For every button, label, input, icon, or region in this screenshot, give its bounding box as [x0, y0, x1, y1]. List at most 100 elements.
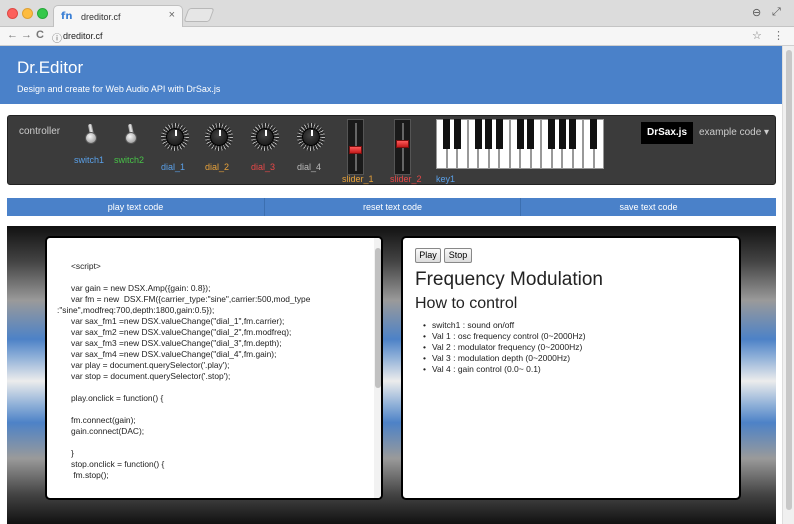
slider1-label: slider_1 [342, 174, 374, 184]
piano-black-key[interactable] [453, 119, 461, 149]
code-line: play.onclick = function() { [71, 393, 164, 403]
code-line: var gain = new DSX.Amp({gain: 0.8}); [71, 283, 211, 293]
controller-label: controller [19, 126, 61, 137]
browser-menu-icon[interactable]: ⋮ [773, 29, 784, 42]
slider2-thumb[interactable] [396, 139, 409, 148]
code-toolbar: play text code reset text code save text… [7, 198, 776, 216]
code-line: var sax_fm3 =new DSX.valueChange("dial_3… [71, 338, 282, 348]
dial2-knob[interactable] [205, 123, 233, 151]
dial-knob-cap [256, 128, 274, 146]
window-maximize-button[interactable] [37, 8, 48, 19]
new-tab-button[interactable] [183, 8, 215, 22]
code-line: var play = document.querySelector('.play… [71, 360, 230, 370]
switch1-toggle[interactable] [83, 123, 99, 144]
dial-indicator [175, 130, 177, 136]
list-item: switch1 : sound on/off [423, 320, 586, 331]
code-line: <script> [71, 261, 101, 271]
switch2-label: switch2 [114, 155, 145, 165]
code-line: fm.connect(gain); [71, 415, 136, 425]
piano-black-key[interactable] [569, 119, 576, 149]
piano-black-key[interactable] [590, 119, 597, 149]
dial-knob-cap [302, 128, 320, 146]
info-icon[interactable]: ⓘ [52, 30, 62, 45]
back-icon[interactable]: ← [7, 29, 18, 41]
slider2-control[interactable] [394, 119, 411, 175]
drsax-button[interactable]: DrSax.js [641, 122, 693, 144]
piano-black-key[interactable] [495, 119, 503, 149]
piano-black-key[interactable] [485, 119, 492, 149]
workspace: <script> var gain = new DSX.Amp({gain: 0… [7, 226, 776, 524]
list-item: Val 4 : gain control (0.0~ 0.1) [423, 364, 586, 375]
code-line: var sax_fm4 =new DSX.valueChange("dial_4… [71, 349, 277, 359]
piano-keyboard[interactable] [436, 119, 606, 169]
code-line: fm.stop(); [71, 470, 109, 480]
url-input[interactable]: dreditor.cf [63, 31, 103, 41]
piano-black-key[interactable] [527, 119, 534, 149]
profile-icon[interactable]: ⊖ [752, 6, 761, 19]
play-button[interactable]: Play [415, 248, 441, 263]
code-line: var stop = document.querySelector('.stop… [71, 371, 231, 381]
dial-indicator [311, 130, 313, 136]
slider2-label: slider_2 [390, 174, 422, 184]
save-text-code-button[interactable]: save text code [520, 198, 776, 216]
code-line: stop.onclick = function() { [71, 459, 165, 469]
code-line: var sax_fm1 =new DSX.valueChange("dial_1… [71, 316, 285, 326]
code-editor[interactable]: <script> var gain = new DSX.Amp({gain: 0… [45, 236, 383, 500]
dial3-label: dial_3 [251, 162, 276, 172]
browser-tab-bar: fn dreditor.cf × ⊖ ⤢ [0, 0, 794, 27]
piano-black-key[interactable] [443, 119, 450, 149]
code-text[interactable]: <script> var gain = new DSX.Amp({gain: 0… [57, 261, 375, 481]
piano-black-key[interactable] [558, 119, 566, 149]
list-item: Val 3 : modulation depth (0~2000Hz) [423, 353, 586, 364]
switch2-toggle[interactable] [123, 123, 139, 144]
code-line: :"sine",modfreq:700,depth:1800,gain:0.5}… [57, 305, 215, 315]
browser-tab[interactable]: fn dreditor.cf × [53, 5, 183, 27]
list-item: Val 1 : osc frequency control (0~2000Hz) [423, 331, 586, 342]
dial1-label: dial_1 [161, 162, 186, 172]
code-scrollbar[interactable] [374, 238, 381, 498]
page: Dr.Editor Design and create for Web Audi… [0, 46, 782, 524]
reload-icon[interactable]: C [36, 29, 44, 41]
piano-black-key[interactable] [548, 119, 555, 149]
play-text-code-button[interactable]: play text code [7, 198, 264, 216]
site-header: Dr.Editor Design and create for Web Audi… [0, 46, 782, 104]
example-code-dropdown[interactable]: example code ▾ [699, 127, 769, 138]
piano-black-key[interactable] [516, 119, 524, 149]
control-list: switch1 : sound on/off Val 1 : osc frequ… [423, 320, 586, 375]
tagline: Design and create for Web Audio API with… [17, 84, 221, 94]
piano-black-key[interactable] [474, 119, 482, 149]
page-scroll-thumb[interactable] [786, 50, 792, 510]
slider1-control[interactable] [347, 119, 364, 175]
switch-nut [85, 132, 97, 144]
code-scroll-thumb[interactable] [375, 248, 381, 388]
tab-title: dreditor.cf [81, 12, 121, 22]
stop-button[interactable]: Stop [444, 248, 472, 263]
window-close-button[interactable] [7, 8, 18, 19]
dial3-knob[interactable] [251, 123, 279, 151]
dial-indicator [265, 130, 267, 136]
tab-close-icon[interactable]: × [169, 9, 175, 21]
page-scrollbar[interactable] [782, 46, 794, 524]
favicon-icon: fn [61, 11, 73, 22]
expand-icon[interactable]: ⤢ [772, 6, 781, 19]
code-line: } [71, 448, 74, 458]
preview-subtitle: How to control [415, 295, 518, 312]
dial4-label: dial_4 [297, 162, 322, 172]
preview-panel: Play Stop Frequency Modulation How to co… [401, 236, 741, 500]
window-minimize-button[interactable] [22, 8, 33, 19]
switch1-label: switch1 [74, 155, 105, 165]
bookmark-star-icon[interactable]: ☆ [752, 29, 762, 42]
forward-icon[interactable]: → [21, 29, 32, 41]
brand-title: Dr.Editor [17, 58, 84, 77]
key1-label: key1 [436, 174, 456, 184]
controller-panel: controller switch1 switch2 dial_1 dial_2… [7, 115, 776, 185]
slider1-thumb[interactable] [349, 146, 362, 155]
dial4-knob[interactable] [297, 123, 325, 151]
reset-text-code-button[interactable]: reset text code [264, 198, 520, 216]
dial1-knob[interactable] [161, 123, 189, 151]
code-line: var sax_fm2 =new DSX.valueChange("dial_2… [71, 327, 292, 337]
dial-indicator [219, 130, 221, 136]
